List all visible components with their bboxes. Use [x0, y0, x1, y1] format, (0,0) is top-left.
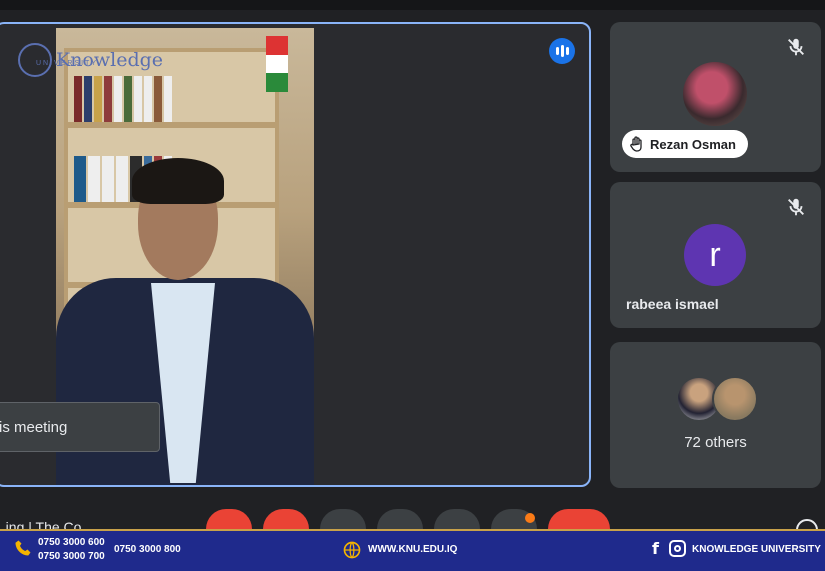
website-link[interactable]: WWW.KNU.EDU.IQ: [368, 544, 457, 555]
globe-icon: [343, 541, 361, 559]
mic-off-icon: [788, 198, 804, 216]
raise-hand-button[interactable]: [377, 509, 423, 529]
speaking-indicator-icon: [549, 38, 575, 64]
main-speaker-tile[interactable]: Knowledge UNIVERSITY is meeting: [0, 22, 591, 487]
mic-toggle-button[interactable]: [206, 509, 252, 529]
present-button[interactable]: [434, 509, 480, 529]
captions-button[interactable]: [320, 509, 366, 529]
others-avatars: [676, 376, 766, 422]
instagram-icon[interactable]: [669, 540, 686, 557]
end-call-button[interactable]: [548, 509, 610, 529]
camera-toggle-button[interactable]: [263, 509, 309, 529]
phone-number: 0750 3000 700: [38, 551, 105, 562]
branding-footer: 0750 3000 600 0750 3000 700 0750 3000 80…: [0, 529, 825, 571]
info-icon[interactable]: [796, 519, 818, 529]
more-options-button[interactable]: [491, 509, 537, 529]
mic-off-icon: [788, 38, 804, 56]
speaker-hair: [132, 158, 224, 204]
window-top-bar: [0, 0, 825, 10]
avatar: [683, 62, 747, 126]
facebook-icon[interactable]: f: [652, 539, 659, 558]
meeting-title: ...ing | The Co...: [0, 519, 94, 529]
caption-box: is meeting: [0, 402, 160, 452]
logo-subtitle: UNIVERSITY: [36, 60, 99, 67]
caption-text: is meeting: [0, 418, 68, 436]
flag: [266, 36, 288, 92]
raised-hand-chip: Rezan Osman: [622, 130, 748, 158]
participant-tile-rabeea-ismael[interactable]: r rabeea ismael: [610, 182, 821, 328]
participant-name: rabeea ismael: [626, 296, 719, 312]
social-handle: KNOWLEDGE UNIVERSITY: [692, 544, 821, 555]
participant-name: Rezan Osman: [650, 136, 736, 152]
avatar: [712, 376, 758, 422]
meeting-controls-bar: ...ing | The Co...: [0, 497, 825, 529]
notification-dot: [525, 513, 535, 523]
phone-number: 0750 3000 800: [114, 544, 181, 555]
participant-tile-others[interactable]: 72 others: [610, 342, 821, 488]
raised-hand-icon: [630, 136, 642, 152]
avatar: r: [684, 224, 746, 286]
phone-number: 0750 3000 600: [38, 537, 105, 548]
others-count: 72 others: [684, 434, 747, 451]
participant-tile-rezan-osman[interactable]: Rezan Osman: [610, 22, 821, 172]
phone-icon: [15, 540, 31, 556]
